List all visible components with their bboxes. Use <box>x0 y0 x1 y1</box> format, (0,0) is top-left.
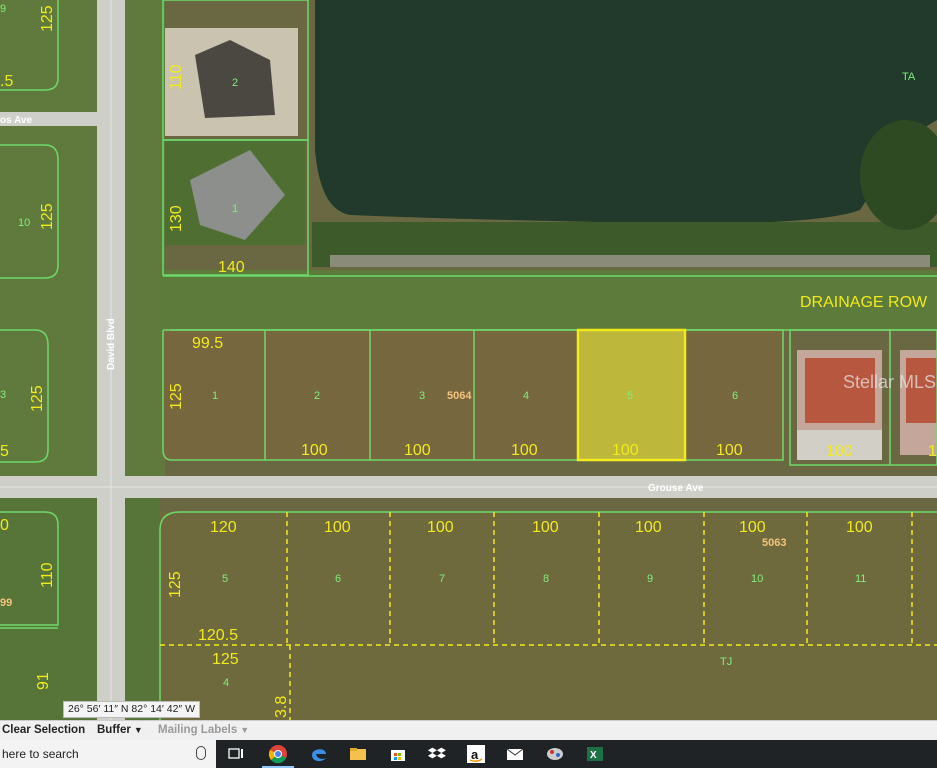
lot-number: 3 <box>0 389 6 401</box>
dim-label: 100 <box>301 442 328 459</box>
lot-number: 1 <box>212 390 218 402</box>
dim-label: 3.8 <box>273 696 290 718</box>
dim-label: 140 <box>218 259 245 276</box>
dim-label: 100 <box>427 519 454 536</box>
buffer-dropdown[interactable]: Buffer ▼ <box>97 724 143 736</box>
dim-label: 9 <box>0 3 6 15</box>
svg-text:a: a <box>471 747 479 762</box>
lake <box>315 0 937 224</box>
map-canvas[interactable]: David Blvd Grouse Ave os Ave DRAINAGE RO… <box>0 0 937 720</box>
lot-number: 4 <box>523 390 529 402</box>
dim-label: 125 <box>167 571 184 598</box>
dim-label: 125 <box>39 5 56 32</box>
dim-label: 100 <box>612 442 639 459</box>
dim-label: 100 <box>532 519 559 536</box>
dim-label: 100 <box>826 443 853 460</box>
dim-label: 99.5 <box>192 335 223 352</box>
store-icon[interactable] <box>388 744 408 764</box>
taskbar-search-box[interactable]: here to search <box>0 740 216 768</box>
dim-label: 1 <box>928 443 937 460</box>
parcel-map[interactable]: David Blvd Grouse Ave os Ave DRAINAGE RO… <box>0 0 937 720</box>
drainage-row-label: DRAINAGE ROW <box>800 294 928 311</box>
lot-number: 6 <box>335 573 341 585</box>
lot-number: 7 <box>439 573 445 585</box>
excel-icon[interactable]: X <box>585 744 605 764</box>
lot-number: 5 <box>222 573 228 585</box>
lot-number: 3 <box>419 390 425 402</box>
dim-label: 100 <box>511 442 538 459</box>
lot-number: 11 <box>855 573 866 585</box>
lot-number: 9 <box>647 573 653 585</box>
address-5063-label: 5063 <box>762 537 786 549</box>
edge-icon[interactable] <box>309 744 329 764</box>
dim-label: 125 <box>39 203 56 230</box>
tract-tj-label: TJ <box>720 656 732 668</box>
mail-icon[interactable] <box>505 744 525 764</box>
dim-label: 100 <box>324 519 351 536</box>
lot-number: 10 <box>751 573 763 585</box>
buffer-label: Buffer <box>97 724 131 736</box>
dim-label: .5 <box>0 73 13 90</box>
coordinate-readout: 26° 56′ 11″ N 82° 14′ 42″ W <box>63 701 200 718</box>
dim-label: 120.5 <box>198 627 238 644</box>
lot-number: 2 <box>232 77 238 89</box>
clear-selection-button[interactable]: Clear Selection <box>2 724 85 736</box>
dropbox-icon[interactable] <box>427 744 447 764</box>
task-view-icon[interactable] <box>226 744 246 764</box>
windows-taskbar: here to search a X <box>0 740 937 768</box>
dim-label: 0 <box>0 517 9 534</box>
dim-label: 100 <box>739 519 766 536</box>
dim-label: 110 <box>168 64 185 90</box>
address-5064-label: 5064 <box>447 390 472 402</box>
dim-label: 110 <box>39 562 56 588</box>
lot-number: 4 <box>223 677 229 689</box>
mic-icon[interactable] <box>196 746 206 760</box>
lot-number: 5 <box>627 390 633 402</box>
file-explorer-icon[interactable] <box>348 744 368 764</box>
chevron-down-icon: ▼ <box>133 725 143 735</box>
dim-label: 5 <box>0 443 9 460</box>
lot-number: 6 <box>732 390 738 402</box>
network-icon[interactable] <box>545 744 565 764</box>
lot-number: 10 <box>18 217 30 229</box>
dim-label: 125 <box>168 383 185 410</box>
dim-label: 125 <box>212 651 239 668</box>
dim-label: 100 <box>404 442 431 459</box>
street-label-david-blvd: David Blvd <box>106 318 117 370</box>
dim-label: 125 <box>29 385 46 412</box>
dim-label: 120 <box>210 519 237 536</box>
dim-label: 100 <box>635 519 662 536</box>
chrome-icon[interactable] <box>268 744 288 764</box>
watermark: Stellar MLS <box>843 372 936 392</box>
street-label-top-ave: os Ave <box>0 115 32 126</box>
tract-ta-label: TA <box>902 71 916 83</box>
dim-label: 100 <box>716 442 743 459</box>
lot-number: 2 <box>314 390 320 402</box>
mailing-labels-label: Mailing Labels <box>158 724 238 736</box>
chevron-down-icon: ▼ <box>240 725 250 735</box>
svg-text:X: X <box>590 750 597 761</box>
mailing-labels-dropdown[interactable]: Mailing Labels ▼ <box>158 724 249 736</box>
dim-label: 100 <box>846 519 873 536</box>
search-placeholder: here to search <box>2 747 79 761</box>
map-toolbar: Clear Selection Buffer ▼ Mailing Labels ▼ <box>0 720 937 741</box>
dim-label: 91 <box>35 672 52 690</box>
lot-number: 99 <box>0 597 12 609</box>
amazon-icon[interactable]: a <box>466 744 486 764</box>
dim-label: 130 <box>168 205 185 232</box>
street-label-grouse-ave: Grouse Ave <box>648 483 704 494</box>
lot-number: 1 <box>232 203 238 215</box>
lot-number: 8 <box>543 573 549 585</box>
clear-selection-label: Clear Selection <box>2 724 86 736</box>
